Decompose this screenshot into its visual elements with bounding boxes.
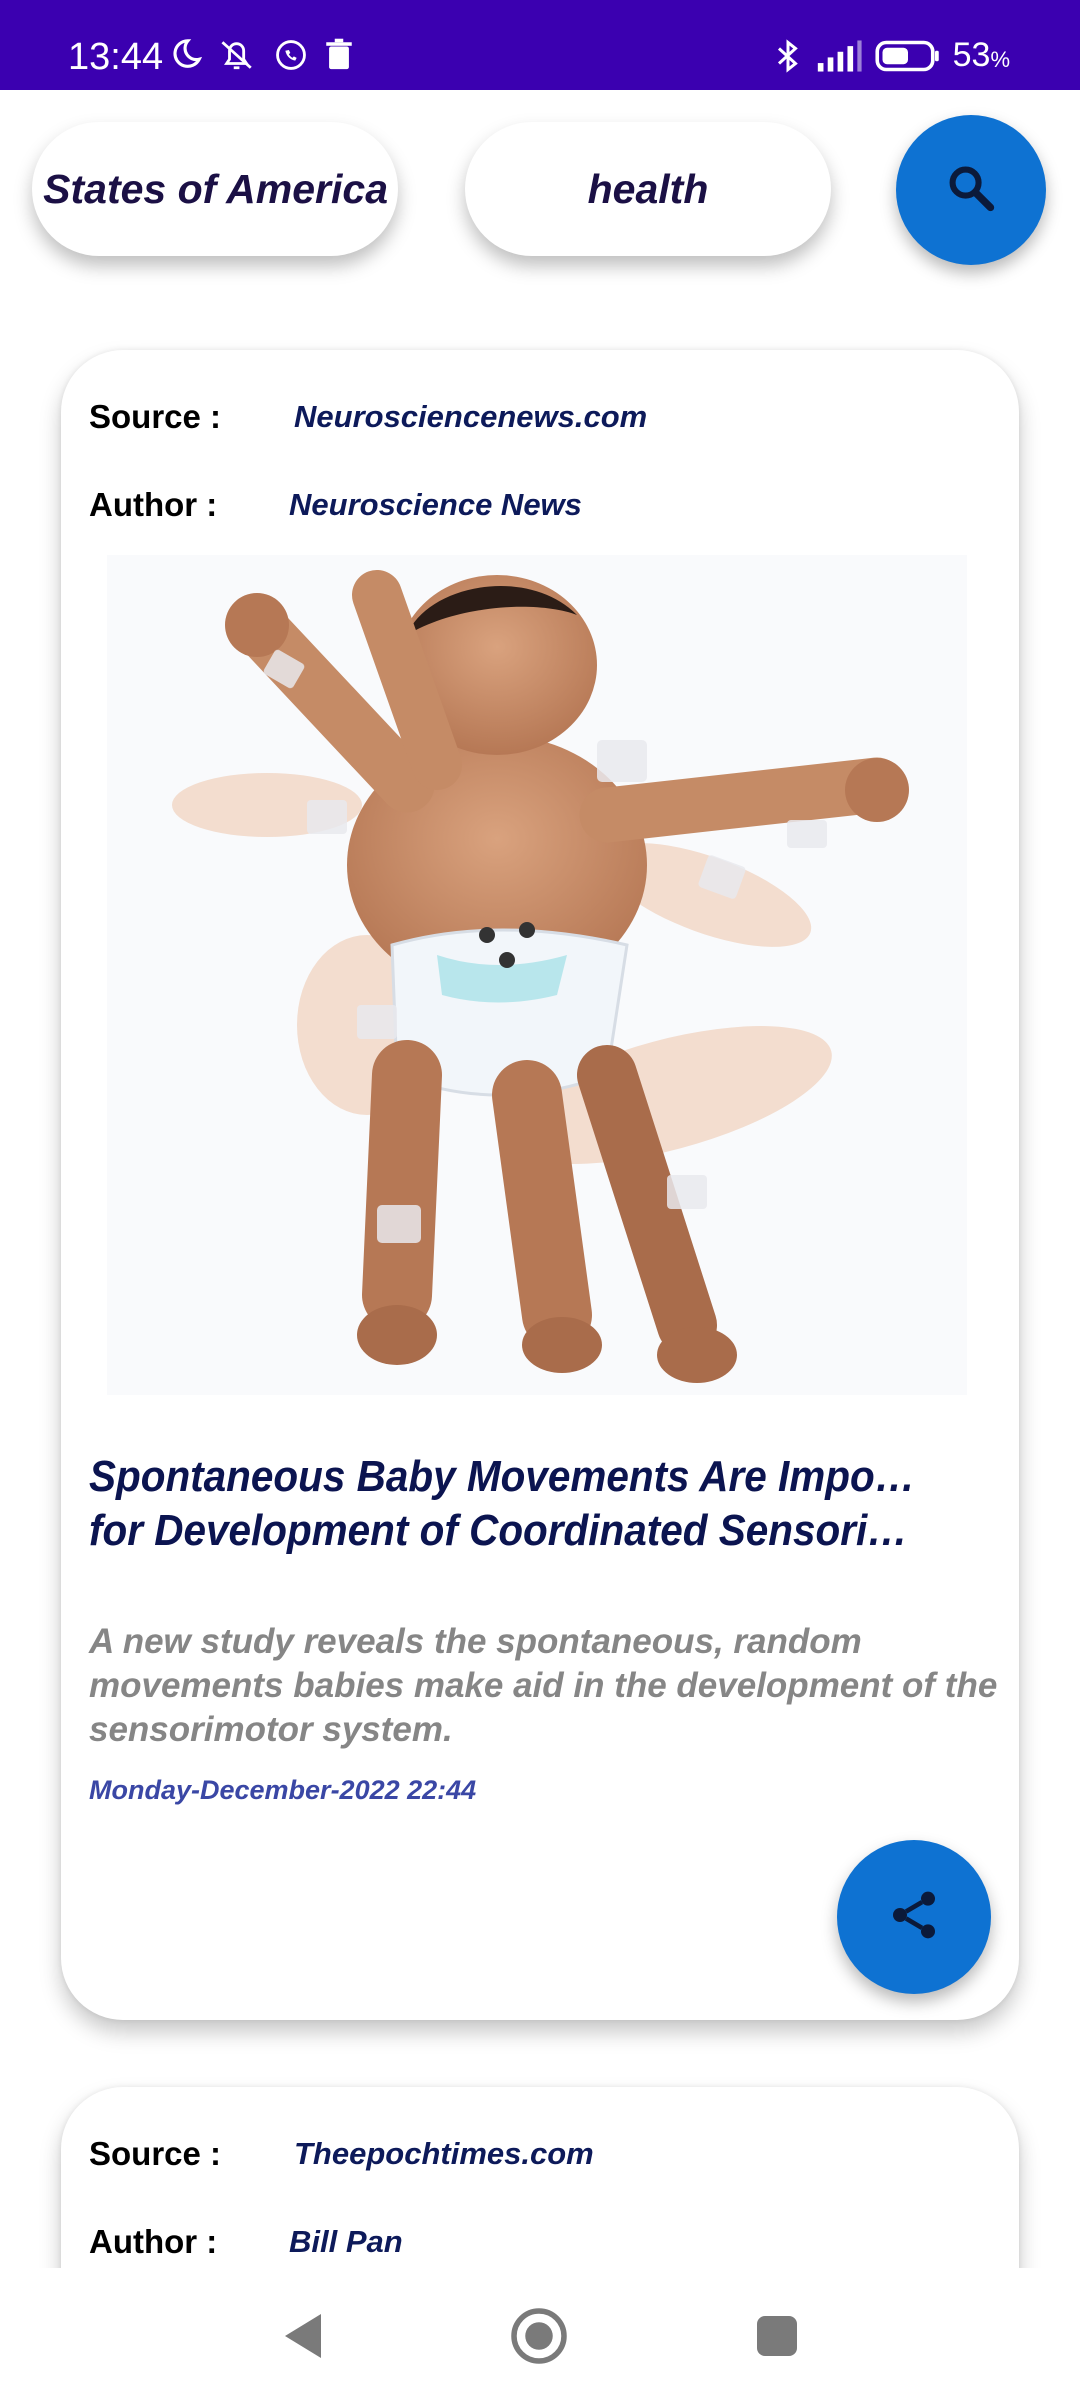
back-button[interactable] [268,2308,338,2368]
bluetooth-icon [773,38,803,74]
source-row: Source : Theepochtimes.com [89,2135,594,2173]
status-bar: 13:44 53% [0,0,1080,90]
system-nav-bar [0,2268,1080,2400]
article-image[interactable] [107,555,967,1395]
country-value: United States of America [32,165,388,212]
share-icon [886,1887,942,1948]
author-label: Author : [89,2223,218,2260]
share-button[interactable] [837,1840,991,1994]
source-label: Source : [89,398,222,435]
status-icons-right: 53% [773,36,1010,75]
author-label: Author : [89,486,218,523]
article-title-line-1: Spontaneous Baby Movements Are Important [89,1452,927,1501]
battery-percent: 53 [952,36,991,74]
author-value: Bill Pan [289,2224,403,2259]
source-value: Theepochtimes.com [294,2136,594,2171]
source-value: Neurosciencenews.com [294,399,648,434]
recent-apps-button[interactable] [742,2308,812,2368]
status-time: 13:44 [68,36,164,78]
notification-off-icon [218,38,258,72]
home-circle-icon [509,2306,569,2371]
whatsapp-icon [274,38,308,72]
author-row: Author : Bill Pan [89,2223,403,2261]
source-row: Source : Neurosciencenews.com [89,398,647,436]
search-button[interactable] [896,115,1046,265]
country-selector[interactable]: United States of America [32,122,398,256]
category-selector[interactable]: health [465,122,831,256]
battery-icon [875,39,941,73]
search-icon [945,162,997,219]
article-description: A new study reveals the spontaneous, ran… [89,1622,998,1749]
status-icons-left [168,38,354,72]
home-button[interactable] [504,2306,574,2371]
recent-square-icon [755,2314,799,2363]
article-title-line-2: for Development of Coordinated Sensorimo… [89,1506,927,1555]
back-triangle-icon [281,2311,325,2366]
category-value: health [587,165,709,212]
signal-icon [815,39,863,73]
trash-icon [324,38,354,72]
source-label: Source : [89,2135,222,2172]
article-title[interactable]: Spontaneous Baby Movements Are Important… [89,1450,926,1558]
author-value: Neuroscience News [289,487,582,522]
article-card[interactable]: Source : Neurosciencenews.com Author : N… [61,350,1019,2020]
moon-icon [168,38,202,72]
baby-photo-illustration [172,570,909,1383]
article-date: Monday-December-2022 22:44 [89,1775,477,1805]
battery-unit: % [990,46,1010,72]
author-row: Author : Neuroscience News [89,486,582,524]
